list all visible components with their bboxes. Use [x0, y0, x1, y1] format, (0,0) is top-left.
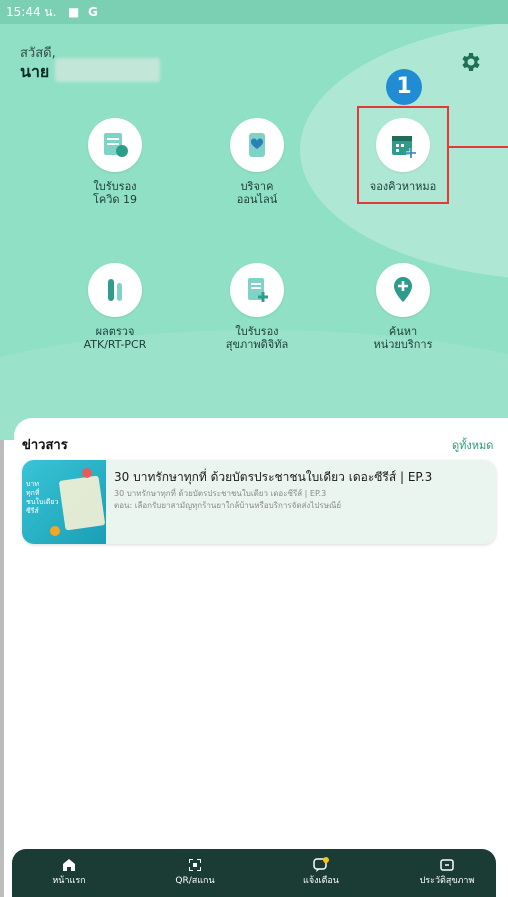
menu-label: บริจาค ออนไลน์ — [236, 180, 278, 206]
nav-label: หน้าแรก — [52, 876, 86, 886]
id-card-graphic — [58, 475, 106, 531]
menu-find-service-unit[interactable]: ค้นหา หน่วยบริการ — [333, 263, 473, 351]
nav-health-history[interactable]: ประวัติสุขภาพ — [402, 849, 492, 897]
chat-bubble-icon — [276, 857, 366, 875]
menu-digital-health-certificate[interactable]: ใบรับรอง สุขภาพดิจิทัล — [187, 263, 327, 351]
donate-icon — [230, 118, 284, 172]
nav-label: ประวัติสุขภาพ — [419, 876, 475, 886]
nav-qr-scan[interactable]: QR/สแกน — [150, 849, 240, 897]
status-bar: 15:44 น. ■ G — [0, 0, 508, 24]
menu-donate-online[interactable]: บริจาค ออนไลน์ — [187, 118, 327, 206]
menu-label: ผลตรวจ ATK/RT-PCR — [83, 325, 147, 351]
news-card[interactable]: บาท ทุกที่ ชนใบเดียว ซีรีส์ 30 บาทรักษาท… — [22, 460, 496, 544]
folder-icon — [402, 857, 492, 875]
nav-label: แจ้งเตือน — [303, 876, 339, 886]
google-icon: G — [88, 5, 98, 19]
qr-code-icon — [150, 857, 240, 875]
nav-notifications[interactable]: แจ้งเตือน — [276, 849, 366, 897]
gear-icon[interactable] — [458, 50, 482, 74]
see-all-link[interactable]: ดูทั้งหมด — [452, 436, 493, 454]
certificate-icon — [88, 118, 142, 172]
home-icon — [24, 857, 114, 875]
news-title: ข่าวสาร — [22, 438, 68, 453]
user-name: นาย — [20, 62, 50, 81]
location-pin-icon — [376, 263, 430, 317]
redacted-name — [55, 58, 160, 82]
status-time: 15:44 น. — [6, 5, 57, 19]
news-thumbnail: บาท ทุกที่ ชนใบเดียว ซีรีส์ — [22, 460, 106, 544]
news-headline: 30 บาทรักษาทุกที่ ด้วยบัตรประชาชนใบเดียว… — [114, 470, 433, 484]
annotation-highlight-box — [357, 106, 449, 204]
menu-label: ค้นหา หน่วยบริการ — [373, 325, 433, 351]
menu-test-results[interactable]: ผลตรวจ ATK/RT-PCR — [45, 263, 185, 351]
thumbnail-decoration — [82, 468, 92, 478]
test-tube-icon — [88, 263, 142, 317]
news-description: ตอน: เลือกรับยาสามัญทุกร้านยาใกล้บ้านหรื… — [114, 501, 342, 510]
menu-covid-certificate[interactable]: ใบรับรอง โควิด 19 — [45, 118, 185, 206]
window-edge — [0, 440, 4, 897]
annotation-pointer-line — [449, 146, 508, 148]
menu-label: ใบรับรอง โควิด 19 — [92, 180, 138, 206]
app-screen: 15:44 น. ■ G สวัสดี, นาย ใบรับรอง โควิด … — [0, 0, 508, 897]
nav-home[interactable]: หน้าแรก — [24, 849, 114, 897]
notification-icon: ■ — [68, 5, 80, 19]
thumbnail-decoration — [50, 526, 60, 536]
thumbnail-text: บาท ทุกที่ ชนใบเดียว ซีรีส์ — [26, 480, 59, 515]
document-plus-icon — [230, 263, 284, 317]
menu-label: ใบรับรอง สุขภาพดิจิทัล — [225, 325, 289, 351]
annotation-step-badge: 1 — [386, 69, 422, 105]
nav-label: QR/สแกน — [175, 876, 215, 886]
